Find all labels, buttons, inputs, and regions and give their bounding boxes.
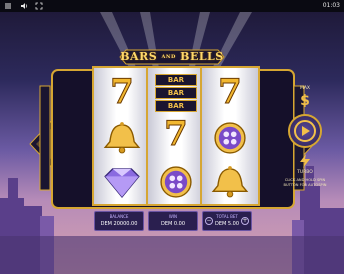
logo-word-bells: BELLS	[180, 50, 224, 63]
bar-label: BAR	[155, 74, 197, 86]
balance-value: DEM 20000.00	[100, 221, 138, 227]
bar-label: BAR	[155, 100, 197, 112]
reel-2: BAR BAR BAR 7	[146, 66, 206, 206]
seven-symbol: 7	[164, 114, 189, 155]
spin-button[interactable]	[288, 114, 322, 148]
game-logo: BARS AND BELLS	[118, 46, 226, 68]
autospin-hint: CLICK AND HOLD SPIN BUTTON FOR AUTOSPIN	[283, 178, 327, 187]
balance-label: BALANCE	[109, 214, 129, 219]
control-sidebar: MAX $ TURBO CLICK AND HOLD SPIN BUTTON F…	[282, 86, 328, 206]
turbo-icon[interactable]	[299, 154, 311, 168]
bar-bar-bar-symbol: BAR BAR BAR	[148, 74, 204, 112]
diamond-symbol	[104, 168, 140, 199]
logo-word-bars: BARS	[120, 50, 158, 63]
win-value: DEM 0.00	[160, 221, 186, 227]
decrease-bet-button[interactable]: −	[205, 217, 213, 225]
win-label: WIN	[168, 214, 178, 219]
balance-panel: BALANCE DEM 20000.00	[94, 211, 144, 231]
bell-symbol	[103, 122, 141, 154]
logo-text: BARS AND BELLS	[118, 50, 226, 63]
reel-3: 7	[200, 66, 260, 206]
turbo-label: TURBO	[297, 170, 313, 175]
logo-word-and: AND	[161, 54, 176, 60]
slot-machine: 7 BAR BAR BAR 7 7	[46, 66, 298, 206]
reel-1: 7	[92, 66, 152, 206]
max-bet-button[interactable]: $	[282, 93, 328, 109]
bar-label: BAR	[155, 87, 197, 99]
clover-coin-symbol	[214, 122, 246, 154]
spin-icon	[294, 120, 316, 142]
max-bet-label: MAX	[299, 86, 311, 91]
seven-symbol: 7	[218, 72, 243, 113]
seven-symbol: 7	[110, 72, 135, 113]
bell-symbol	[211, 166, 249, 198]
clover-coin-symbol	[160, 166, 192, 198]
win-panel: WIN DEM 0.00	[148, 211, 198, 231]
increase-bet-button[interactable]: +	[241, 217, 249, 225]
